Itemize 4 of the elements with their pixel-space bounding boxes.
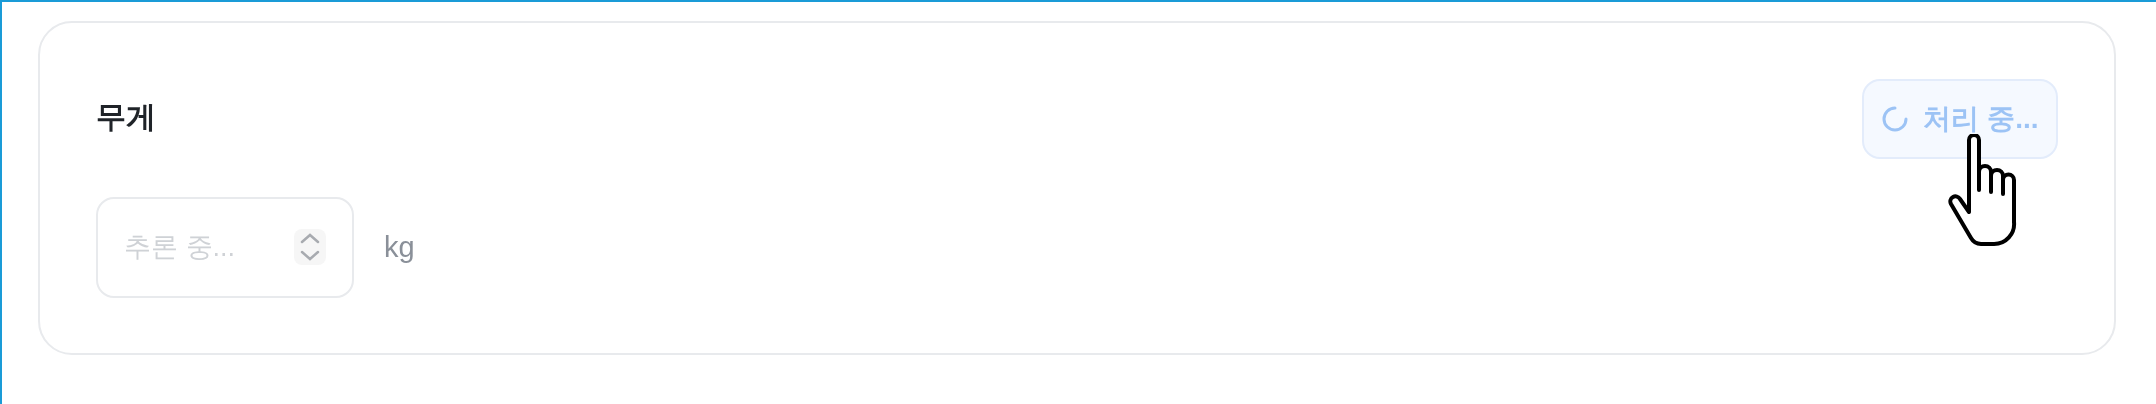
- stepper-icon[interactable]: [294, 229, 326, 265]
- field-label: 무게: [96, 99, 156, 135]
- spinner-icon: [1881, 105, 1910, 133]
- unit-label: kg: [384, 229, 415, 265]
